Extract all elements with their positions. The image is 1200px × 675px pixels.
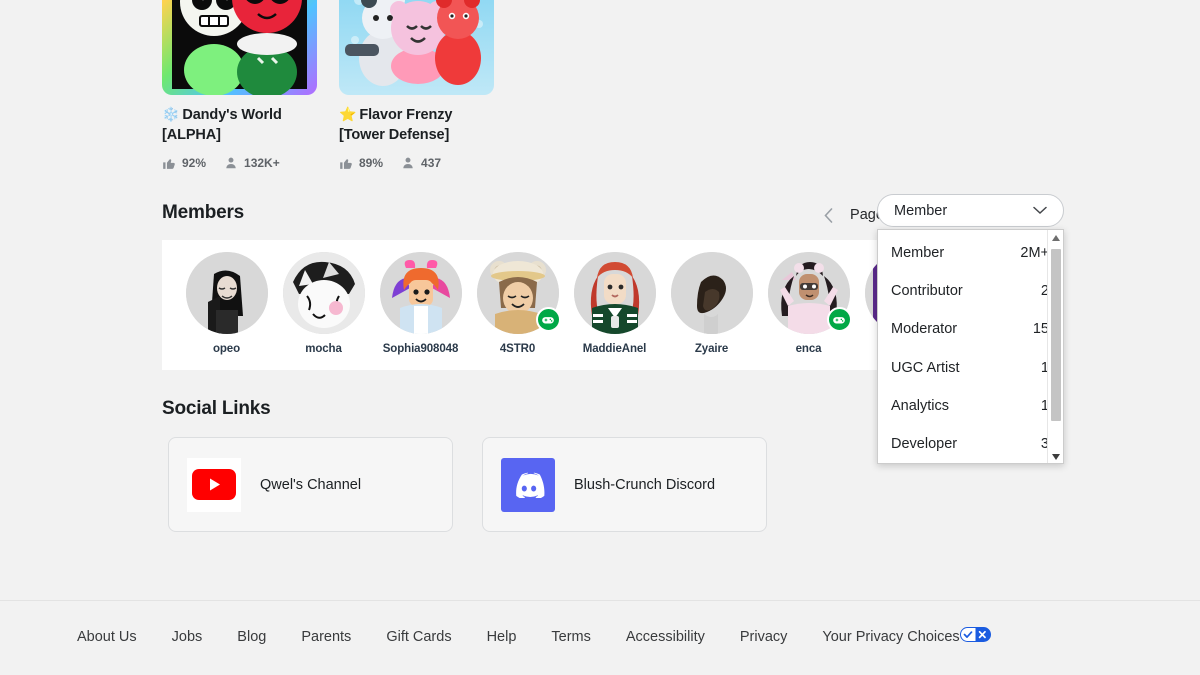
footer: About Us Jobs Blog Parents Gift Cards He… — [0, 600, 1200, 675]
avatar[interactable] — [379, 252, 462, 334]
avatar[interactable] — [282, 252, 365, 334]
rating-value: 92% — [182, 156, 207, 170]
players-stat: 132K+ — [224, 156, 280, 170]
footer-link-terms[interactable]: Terms — [551, 629, 590, 645]
role-option-moderator[interactable]: Moderator 15 — [878, 310, 1063, 348]
thumbs-up-icon — [339, 156, 353, 170]
avatar-wrap — [476, 252, 561, 334]
players-value: 132K+ — [244, 156, 280, 170]
privacy-choices-label: Your Privacy Choices — [822, 628, 960, 645]
page-title: Members — [162, 202, 245, 223]
social-links-row: Qwel's Channel Blush-Crunch Discord — [168, 437, 767, 532]
member-name: mocha — [305, 343, 342, 355]
member-card[interactable]: Zyaire — [663, 240, 760, 355]
online-status-badge — [826, 307, 852, 332]
role-filter-dropdown[interactable]: Member — [877, 194, 1064, 227]
game-stats: 92% 132K+ — [162, 156, 317, 170]
person-icon — [401, 156, 415, 170]
avatar[interactable] — [670, 252, 753, 334]
page-root: ❄️ Dandy's World [ALPHA] 92% 132K+ ⭐ Fla… — [0, 0, 1200, 675]
players-stat: 437 — [401, 156, 441, 170]
game-title: ⭐ Flavor Frenzy [Tower Defense] — [339, 106, 453, 143]
flavor-frenzy-thumbnail[interactable]: FRENZY — [339, 0, 494, 95]
scrollbar-thumb[interactable] — [1051, 249, 1061, 421]
avatar[interactable] — [185, 252, 268, 334]
avatar-wrap — [670, 252, 753, 334]
footer-link-blog[interactable]: Blog — [237, 629, 266, 645]
role-option-ugc-artist[interactable]: UGC Artist 1 — [878, 349, 1063, 387]
social-links-title: Social Links — [162, 398, 271, 419]
member-card[interactable]: mocha — [275, 240, 372, 355]
prev-page-button[interactable] — [820, 204, 836, 226]
games-row: ❄️ Dandy's World [ALPHA] 92% 132K+ ⭐ Fla… — [162, 0, 494, 170]
game-title: ❄️ Dandy's World [ALPHA] — [162, 106, 282, 143]
footer-link-your-privacy-choices[interactable]: Your Privacy Choices — [822, 627, 991, 646]
rating-value: 89% — [359, 156, 384, 170]
game-card[interactable]: FRENZY — [339, 0, 494, 170]
role-option-contributor[interactable]: Contributor 2 — [878, 272, 1063, 310]
member-card[interactable]: Sophia908048 — [372, 240, 469, 355]
avatar-wrap — [282, 252, 365, 334]
avatar-wrap — [767, 252, 852, 334]
game-stats: 89% 437 — [339, 156, 494, 170]
snowflake-icon: ❄️ — [162, 106, 180, 122]
role-filter-selected: Member — [894, 202, 948, 219]
role-option-analytics[interactable]: Analytics 1 — [878, 387, 1063, 425]
member-name: opeo — [212, 343, 241, 355]
avatar-wrap — [573, 252, 656, 334]
social-link-youtube[interactable]: Qwel's Channel — [168, 437, 453, 532]
person-icon — [224, 156, 238, 170]
scroll-down-button[interactable] — [1048, 449, 1063, 463]
online-status-badge — [535, 307, 561, 332]
role-filter-menu[interactable]: Member 2M+ Contributor 2 Moderator 15 UG… — [877, 229, 1064, 464]
players-value: 437 — [421, 156, 442, 170]
social-link-label: Blush-Crunch Discord — [574, 476, 716, 493]
game-card[interactable]: ❄️ Dandy's World [ALPHA] 92% 132K+ — [162, 0, 317, 170]
footer-link-jobs[interactable]: Jobs — [172, 629, 203, 645]
member-card[interactable]: opeo — [178, 240, 275, 355]
social-link-label: Qwel's Channel — [260, 476, 362, 493]
footer-link-gift-cards[interactable]: Gift Cards — [386, 629, 451, 645]
scroll-up-button[interactable] — [1048, 230, 1063, 246]
avatar[interactable] — [573, 252, 656, 334]
dropdown-scrollbar[interactable] — [1047, 230, 1063, 463]
member-name: Sophia908048 — [382, 343, 459, 355]
footer-link-about-us[interactable]: About Us — [77, 629, 137, 645]
footer-link-help[interactable]: Help — [487, 629, 517, 645]
dandys-world-thumbnail[interactable] — [162, 0, 317, 95]
social-link-discord[interactable]: Blush-Crunch Discord — [482, 437, 767, 532]
member-card[interactable]: MaddieAnel — [566, 240, 663, 355]
privacy-choices-icon — [959, 627, 991, 646]
member-card[interactable]: enca — [760, 240, 857, 355]
role-option-developer[interactable]: Developer 3 — [878, 425, 1063, 463]
avatar-wrap — [379, 252, 462, 334]
footer-link-privacy[interactable]: Privacy — [740, 629, 788, 645]
member-card[interactable]: 4STR0 — [469, 240, 566, 355]
footer-links: About Us Jobs Blog Parents Gift Cards He… — [77, 627, 991, 646]
discord-icon — [501, 457, 555, 512]
scrollbar-track[interactable] — [1048, 246, 1063, 449]
role-option-member[interactable]: Member 2M+ — [878, 234, 1063, 272]
star-icon: ⭐ — [339, 106, 357, 122]
member-name: enca — [795, 343, 822, 355]
rating-stat: 92% — [162, 156, 206, 170]
role-option-list: Member 2M+ Contributor 2 Moderator 15 UG… — [878, 230, 1063, 463]
rating-stat: 89% — [339, 156, 383, 170]
member-name: Zyaire — [694, 343, 729, 355]
member-name: MaddieAnel — [582, 343, 647, 355]
member-name: 4STR0 — [499, 343, 536, 355]
chevron-down-icon — [1033, 202, 1047, 220]
footer-link-accessibility[interactable]: Accessibility — [626, 629, 705, 645]
avatar-wrap — [185, 252, 268, 334]
footer-link-parents[interactable]: Parents — [301, 629, 351, 645]
thumbs-up-icon — [162, 156, 176, 170]
youtube-icon — [187, 457, 241, 512]
